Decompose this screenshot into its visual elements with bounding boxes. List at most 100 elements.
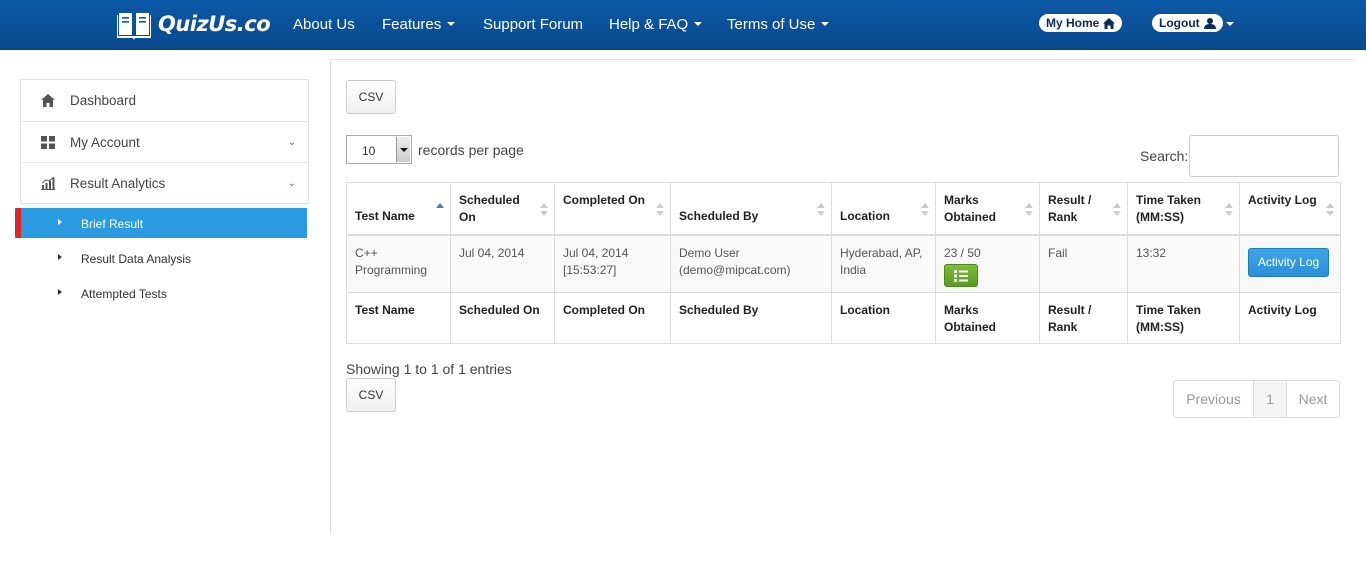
column-header-result-rank[interactable]: Result / Rank xyxy=(1039,182,1128,235)
footer-result-rank: Result / Rank xyxy=(1039,292,1128,344)
csv-export-button-bottom[interactable]: CSV xyxy=(346,378,396,412)
pagination-previous[interactable]: Previous xyxy=(1174,381,1254,417)
my-home-label: My Home xyxy=(1046,16,1100,30)
marks-value: 23 / 50 xyxy=(944,245,981,260)
column-header-time-taken[interactable]: Time Taken (MM:SS) xyxy=(1127,182,1240,235)
footer-time-taken: Time Taken (MM:SS) xyxy=(1127,292,1240,344)
column-header-location[interactable]: Location xyxy=(831,182,936,235)
column-header-test-name[interactable]: Test Name xyxy=(346,182,451,235)
header-label: Scheduled By xyxy=(679,208,759,223)
footer-marks-obtained: Marks Obtained xyxy=(935,292,1040,344)
header-label: Marks Obtained xyxy=(944,193,997,224)
column-header-scheduled-by[interactable]: Scheduled By xyxy=(670,182,832,235)
sidebar-item-result-analytics[interactable]: Result Analytics ⌄ xyxy=(21,162,308,203)
nav-terms-of-use[interactable]: Terms of Use xyxy=(727,16,830,33)
cell-scheduled-by: Demo User (demo@mipcat.com) xyxy=(670,234,832,293)
sort-icon xyxy=(1225,203,1233,217)
footer-activity-log: Activity Log xyxy=(1239,292,1341,344)
header-label: Completed On xyxy=(563,193,646,207)
header-label: Test Name xyxy=(355,208,415,223)
header-label: Activity Log xyxy=(1248,193,1317,207)
chevron-down-icon: ⌄ xyxy=(287,137,296,148)
caret-down-icon xyxy=(447,22,456,27)
footer-location: Location xyxy=(831,292,936,344)
sidebar-subitem-attempted-tests[interactable]: Attempted Tests xyxy=(15,278,307,308)
activity-log-button[interactable]: Activity Log xyxy=(1248,247,1329,277)
grid-icon xyxy=(41,136,55,149)
column-header-completed-on[interactable]: Completed On xyxy=(554,182,671,235)
brand-name: QuizUs.co xyxy=(158,12,271,36)
sidebar-subitem-result-data-analysis[interactable]: Result Data Analysis xyxy=(15,243,307,273)
cell-result: Fail xyxy=(1039,234,1128,293)
active-marker xyxy=(15,208,21,238)
records-per-page-select[interactable]: 10 xyxy=(346,135,412,164)
cell-scheduled-on: Jul 04, 2014 xyxy=(450,234,555,293)
brand-logo[interactable]: QuizUs.co xyxy=(116,7,271,41)
footer-test-name: Test Name xyxy=(346,292,451,344)
column-header-marks-obtained[interactable]: Marks Obtained xyxy=(935,182,1040,235)
subitem-label: Brief Result xyxy=(81,217,144,231)
select-value: 10 xyxy=(362,144,376,158)
sidebar-item-my-account[interactable]: My Account ⌄ xyxy=(21,121,308,162)
cell-test-name: C++ Programming xyxy=(346,234,451,293)
table-row: C++ Programming Jul 04, 2014 Jul 04, 201… xyxy=(346,234,1341,293)
column-header-scheduled-on[interactable]: Scheduled On xyxy=(450,182,555,235)
bar-chart-icon xyxy=(41,177,55,190)
header-label: Location xyxy=(840,208,890,223)
my-home-button[interactable]: My Home xyxy=(1039,14,1123,32)
cell-completed-on: Jul 04, 2014 [15:53:27] xyxy=(554,234,671,293)
footer-completed-on: Completed On xyxy=(554,292,671,344)
subitem-label: Attempted Tests xyxy=(81,287,167,301)
table-header-row: Test Name Scheduled On Completed On Sche… xyxy=(346,182,1341,235)
nav-features[interactable]: Features xyxy=(382,16,456,33)
sidebar-item-label: Dashboard xyxy=(70,93,137,108)
user-icon xyxy=(1203,17,1216,29)
sidebar-subitem-brief-result[interactable]: Brief Result xyxy=(15,208,307,238)
header-label: Result / Rank xyxy=(1048,193,1092,224)
caret-down-icon xyxy=(821,22,830,27)
header-label: Scheduled On xyxy=(459,193,520,224)
caret-right-icon xyxy=(58,219,62,225)
cell-location: Hyderabad, AP, India xyxy=(831,234,936,293)
footer-scheduled-on: Scheduled On xyxy=(450,292,555,344)
sidebar-menu: Dashboard My Account ⌄ Result Analytics … xyxy=(20,79,309,204)
search-label: Search: xyxy=(1140,148,1189,164)
footer-scheduled-by: Scheduled By xyxy=(670,292,832,344)
search-input[interactable] xyxy=(1189,135,1339,177)
chevron-down-icon: ⌄ xyxy=(287,178,296,189)
column-header-activity-log[interactable]: Activity Log xyxy=(1239,182,1341,235)
pagination-page[interactable]: 1 xyxy=(1254,381,1287,417)
nav-about-us[interactable]: About Us xyxy=(293,16,355,33)
nav-help-faq[interactable]: Help & FAQ xyxy=(609,16,703,33)
logout-label: Logout xyxy=(1159,16,1200,30)
sidebar-item-dashboard[interactable]: Dashboard xyxy=(21,80,308,121)
caret-right-icon xyxy=(58,254,62,260)
marks-details-button[interactable] xyxy=(944,263,978,287)
cell-marks: 23 / 50 xyxy=(935,234,1040,293)
csv-export-button-top[interactable]: CSV xyxy=(346,80,396,114)
pagination: Previous 1 Next xyxy=(1173,380,1340,418)
list-icon xyxy=(954,269,968,282)
sort-icon xyxy=(817,203,825,217)
sort-icon xyxy=(1025,203,1033,217)
sidebar-item-label: Result Analytics xyxy=(70,176,166,191)
dropdown-arrow-icon[interactable] xyxy=(396,137,410,162)
pagination-next[interactable]: Next xyxy=(1287,381,1339,417)
cell-time-taken: 13:32 xyxy=(1127,234,1240,293)
book-icon xyxy=(117,13,151,40)
caret-right-icon xyxy=(58,289,62,295)
cell-activity-log: Activity Log xyxy=(1239,234,1341,293)
caret-down-icon[interactable] xyxy=(1226,22,1234,26)
sort-icon xyxy=(540,203,548,217)
sort-ascending-icon xyxy=(436,203,444,217)
results-table: Test Name Scheduled On Completed On Sche… xyxy=(346,182,1341,344)
top-navbar: QuizUs.co About Us Features Support Foru… xyxy=(0,0,1366,50)
logout-button[interactable]: Logout xyxy=(1152,14,1223,32)
subitem-label: Result Data Analysis xyxy=(81,252,192,266)
home-icon xyxy=(1103,17,1116,29)
sidebar-item-label: My Account xyxy=(70,135,140,150)
sort-icon xyxy=(921,203,929,217)
nav-support-forum[interactable]: Support Forum xyxy=(483,16,583,33)
nav-label: Help & FAQ xyxy=(609,16,689,33)
sort-icon xyxy=(1326,203,1334,217)
